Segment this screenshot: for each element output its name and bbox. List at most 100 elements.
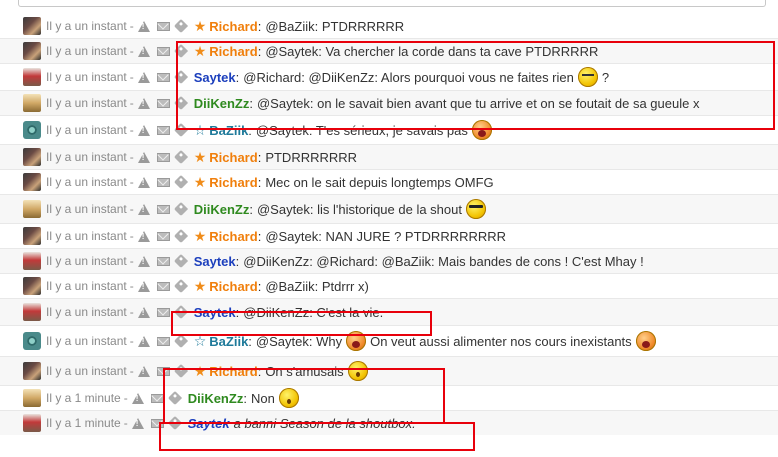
username[interactable]: Richard xyxy=(209,175,257,190)
avatar[interactable] xyxy=(23,148,41,166)
private-message-icon[interactable] xyxy=(150,393,164,403)
colon: : xyxy=(257,18,262,34)
username[interactable]: Richard xyxy=(209,19,257,34)
username[interactable]: BaZiik xyxy=(209,123,248,138)
tag-icon[interactable] xyxy=(173,95,188,111)
private-message-icon[interactable] xyxy=(156,98,170,108)
shoutbox-input[interactable] xyxy=(18,0,766,7)
username[interactable]: Saytek xyxy=(188,416,230,431)
private-message-icon[interactable] xyxy=(156,21,170,31)
report-icon[interactable] xyxy=(137,45,150,57)
report-icon[interactable] xyxy=(137,280,150,292)
tag-icon[interactable] xyxy=(173,18,188,34)
tag-icon[interactable] xyxy=(173,201,188,217)
tag-icon[interactable] xyxy=(173,149,188,165)
username[interactable]: Richard xyxy=(209,150,257,165)
username[interactable]: DiiKenZz xyxy=(188,391,244,406)
avatar[interactable] xyxy=(23,277,41,295)
tag-icon[interactable] xyxy=(173,69,188,85)
separator: - xyxy=(129,96,134,110)
tag-icon[interactable] xyxy=(173,43,188,59)
tag-icon[interactable] xyxy=(173,363,188,379)
cool-smiley-icon xyxy=(465,199,486,219)
avatar[interactable] xyxy=(23,42,41,60)
report-icon[interactable] xyxy=(137,230,150,242)
tag-icon[interactable] xyxy=(167,415,182,431)
avatar[interactable] xyxy=(23,414,41,432)
avatar[interactable] xyxy=(23,252,41,270)
report-icon[interactable] xyxy=(137,306,150,318)
tag-icon[interactable] xyxy=(173,174,188,190)
avatar[interactable] xyxy=(23,362,41,380)
shocked-smiley-icon xyxy=(635,331,656,351)
timestamp: Il y a un instant xyxy=(46,175,127,189)
colon: : xyxy=(248,122,252,138)
timestamp: Il y a un instant xyxy=(46,364,127,378)
private-message-icon[interactable] xyxy=(150,418,164,428)
separator: - xyxy=(129,123,134,137)
report-icon[interactable] xyxy=(131,392,144,404)
username[interactable]: BaZiik xyxy=(209,334,248,349)
private-message-icon[interactable] xyxy=(156,336,170,346)
avatar[interactable] xyxy=(23,17,41,35)
avatar[interactable] xyxy=(23,227,41,245)
username[interactable]: DiiKenZz xyxy=(194,96,250,111)
separator: - xyxy=(129,364,134,378)
message-row: Il y a un instant - DiiKenZz : @Saytek: … xyxy=(0,91,778,116)
report-icon[interactable] xyxy=(137,335,150,347)
private-message-icon[interactable] xyxy=(156,256,170,266)
tag-icon[interactable] xyxy=(167,390,182,406)
private-message-icon[interactable] xyxy=(156,177,170,187)
message-text: @BaZiik: PTDRRRRRR xyxy=(265,18,405,34)
tag-icon[interactable] xyxy=(173,228,188,244)
private-message-icon[interactable] xyxy=(156,281,170,291)
report-icon[interactable] xyxy=(137,20,150,32)
private-message-icon[interactable] xyxy=(156,204,170,214)
private-message-icon[interactable] xyxy=(156,307,170,317)
tag-icon[interactable] xyxy=(173,304,188,320)
tag-icon[interactable] xyxy=(173,333,188,349)
private-message-icon[interactable] xyxy=(156,46,170,56)
message-text: On s'amusais xyxy=(265,363,344,379)
avatar[interactable] xyxy=(23,332,41,350)
message-row: Il y a 1 minute - Saytek a banni Season … xyxy=(0,411,778,435)
username[interactable]: Richard xyxy=(209,44,257,59)
tag-icon[interactable] xyxy=(173,278,188,294)
surprised-smiley-icon xyxy=(347,361,368,381)
username[interactable]: Saytek xyxy=(194,305,236,320)
private-message-icon[interactable] xyxy=(156,152,170,162)
avatar[interactable] xyxy=(23,303,41,321)
report-icon[interactable] xyxy=(137,176,150,188)
message-text: PTDRRRRRRR xyxy=(265,149,358,165)
private-message-icon[interactable] xyxy=(156,72,170,82)
avatar[interactable] xyxy=(23,121,41,139)
username[interactable]: Richard xyxy=(209,364,257,379)
avatar[interactable] xyxy=(23,68,41,86)
report-icon[interactable] xyxy=(137,151,150,163)
report-icon[interactable] xyxy=(137,124,150,136)
message-row: Il y a un instant - ★ Richard : @BaZiik:… xyxy=(0,14,778,39)
username[interactable]: Saytek xyxy=(194,254,236,269)
avatar[interactable] xyxy=(23,94,41,112)
message-suffix: ? xyxy=(601,69,610,85)
private-message-icon[interactable] xyxy=(156,366,170,376)
username[interactable]: Richard xyxy=(209,279,257,294)
separator: - xyxy=(123,391,128,405)
report-icon[interactable] xyxy=(137,203,150,215)
avatar[interactable] xyxy=(23,173,41,191)
message-row: Il y a un instant - Saytek : @DiiKenZz: … xyxy=(0,249,778,274)
avatar[interactable] xyxy=(23,200,41,218)
tag-icon[interactable] xyxy=(173,253,188,269)
report-icon[interactable] xyxy=(137,71,150,83)
report-icon[interactable] xyxy=(131,417,144,429)
tag-icon[interactable] xyxy=(173,122,188,138)
username[interactable]: DiiKenZz xyxy=(194,202,250,217)
report-icon[interactable] xyxy=(137,97,150,109)
username[interactable]: Richard xyxy=(209,229,257,244)
avatar[interactable] xyxy=(23,389,41,407)
private-message-icon[interactable] xyxy=(156,231,170,241)
report-icon[interactable] xyxy=(137,365,150,377)
private-message-icon[interactable] xyxy=(156,125,170,135)
username[interactable]: Saytek xyxy=(194,70,236,85)
report-icon[interactable] xyxy=(137,255,150,267)
